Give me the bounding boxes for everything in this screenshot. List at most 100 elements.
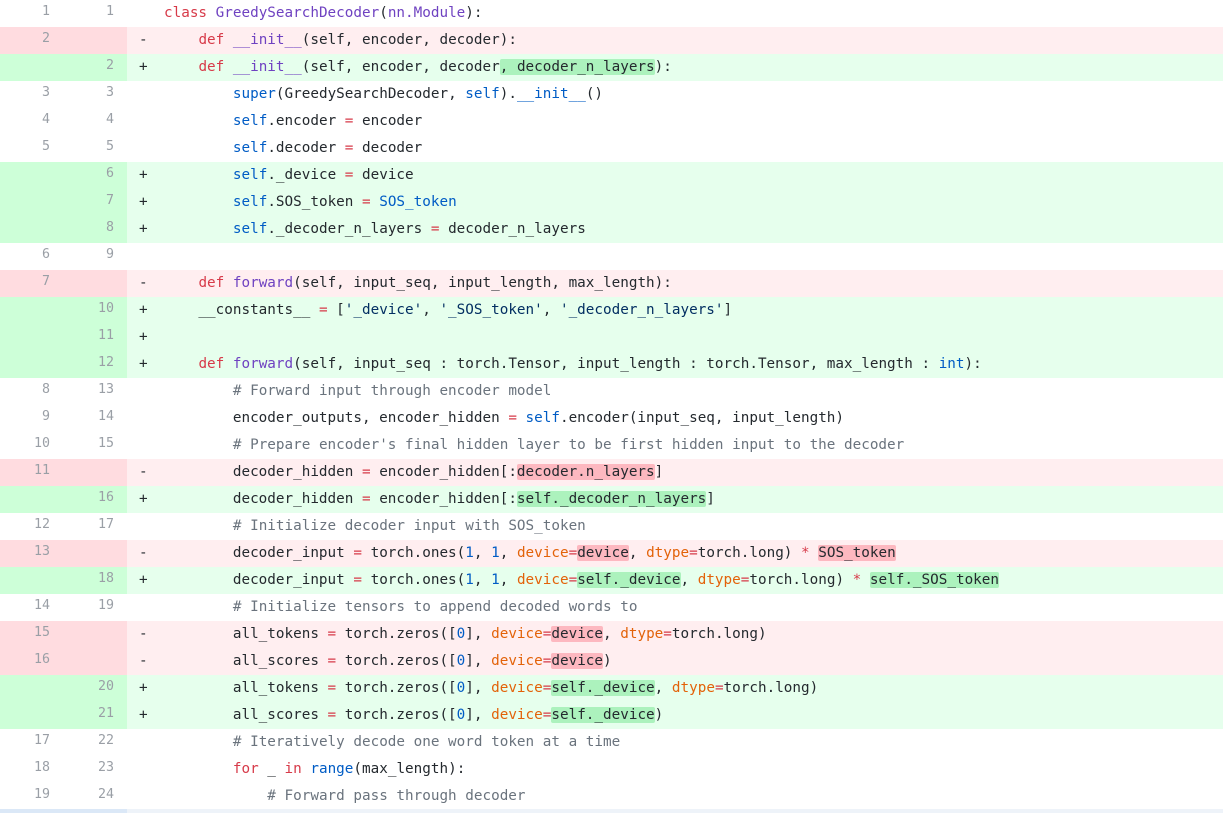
code-token: def [198,32,233,48]
old-line-number[interactable]: 1 [0,0,50,27]
new-line-number[interactable]: 6 [64,162,114,189]
old-line-number[interactable]: 5 [0,135,50,162]
old-line-number[interactable]: 3 [0,81,50,108]
code-token: self._decoder_n_layers [516,491,707,507]
old-line-number[interactable] [0,486,50,513]
old-line-number[interactable] [0,324,50,351]
new-line-number[interactable]: 22 [64,729,114,756]
new-line-number[interactable] [64,270,114,297]
code-token: __constants__ [164,302,319,318]
old-line-number[interactable]: 6 [0,243,50,270]
old-line-number[interactable]: 17 [0,729,50,756]
code-token: 0 [456,626,466,642]
new-line-number[interactable]: 3 [64,81,114,108]
new-line-number[interactable]: 9 [64,243,114,270]
new-line-number[interactable]: 20 [64,675,114,702]
code-token: for [232,761,259,777]
diff-line-ctx: 10 15 # Prepare encoder's final hidden la… [0,432,1223,459]
code-token: ], [465,653,492,669]
code-token: ) [654,707,664,723]
new-line-number[interactable]: 21 [64,702,114,729]
new-line-number[interactable]: 7 [64,189,114,216]
new-line-number[interactable]: 10 [64,297,114,324]
old-line-number[interactable] [0,189,50,216]
new-line-number[interactable]: 17 [64,513,114,540]
new-line-number[interactable]: 24 [64,783,114,810]
new-line-number[interactable] [64,27,114,54]
new-line-number[interactable]: 16 [64,486,114,513]
old-line-number[interactable] [0,567,50,594]
old-line-number[interactable] [0,297,50,324]
new-line-number[interactable]: 18 [64,567,114,594]
diff-line-del: 13- decoder_input = torch.ones(1, 1, dev… [0,540,1223,567]
code-token: encoder [353,113,423,129]
diff-line-del: 16 - all_scores = torch.zeros([0], device… [0,648,1223,675]
new-line-number[interactable]: 15 [64,432,114,459]
old-line-number[interactable]: 9 [0,405,50,432]
new-line-number[interactable] [64,540,114,567]
old-line-number[interactable]: 15 [0,621,50,648]
code-token: self [232,221,268,237]
diff-marker: + [139,356,148,372]
old-line-number[interactable]: 4 [0,108,50,135]
code-token: (GreedySearchDecoder, [275,86,466,102]
old-line-number[interactable]: 12 [0,513,50,540]
new-line-number[interactable]: 11 [64,324,114,351]
code-token: 0 [456,653,466,669]
new-line-number[interactable]: 4 [64,108,114,135]
new-line-number[interactable]: 14 [64,405,114,432]
new-line-number[interactable] [64,621,114,648]
diff-line-ctx: 1 1 class GreedySearchDecoder(nn.Module): [0,0,1223,27]
old-line-number[interactable]: 16 [0,648,50,675]
code-token: ._decoder_n_layers [267,221,431,237]
old-line-number[interactable] [0,351,50,378]
old-line-number[interactable]: 19 [0,783,50,810]
new-line-number[interactable]: 12 [64,351,114,378]
diff-line-add: 16 + decoder_hidden = encoder_hidden[:sel… [0,486,1223,513]
code-line: self._device = device [164,162,414,189]
old-line-number[interactable]: 7 [0,270,50,297]
code-token: # Prepare encoder's final hidden layer t… [232,437,905,453]
code-token: 1 [491,572,500,588]
horizontal-scrollbar[interactable] [0,809,1223,813]
diff-marker: + [139,59,148,75]
code-token: device [491,680,543,696]
code-token: torch.zeros([ [336,707,457,723]
old-line-number[interactable] [0,54,50,81]
code-token: .encoder(input_seq, input_length) [559,410,845,426]
new-line-number[interactable]: 2 [64,54,114,81]
old-line-number[interactable]: 18 [0,756,50,783]
old-line-number[interactable]: 11 [0,459,50,486]
old-line-number[interactable] [0,162,50,189]
new-line-number[interactable]: 1 [64,0,114,27]
old-line-number[interactable]: 13 [0,540,50,567]
code-token: = [361,491,371,507]
code-token: torch.ones( [361,545,466,561]
old-line-number[interactable]: 8 [0,378,50,405]
new-line-number[interactable]: 13 [64,378,114,405]
code-token: (self, input_seq, input_length, max_leng… [293,275,672,291]
new-line-number[interactable]: 19 [64,594,114,621]
new-line-number[interactable]: 8 [64,216,114,243]
old-line-number[interactable] [0,702,50,729]
code-token: decoder_hidden [164,491,362,507]
new-line-number[interactable] [64,648,114,675]
old-line-number[interactable]: 2 [0,27,50,54]
old-line-number[interactable] [0,216,50,243]
code-token: , [628,545,647,561]
old-line-number[interactable]: 10 [0,432,50,459]
old-line-number[interactable] [0,675,50,702]
code-line: all_tokens = torch.zeros([0], device = sel… [164,675,818,702]
new-line-number[interactable]: 5 [64,135,114,162]
code-token: ], [465,680,492,696]
new-line-number[interactable]: 23 [64,756,114,783]
diff-line-add: 18 + decoder_input = torch.ones(1, 1, dev… [0,567,1223,594]
code-line: decoder_input = torch.ones(1, 1, device=… [164,540,896,567]
old-line-number[interactable]: 14 [0,594,50,621]
new-line-number[interactable] [64,459,114,486]
